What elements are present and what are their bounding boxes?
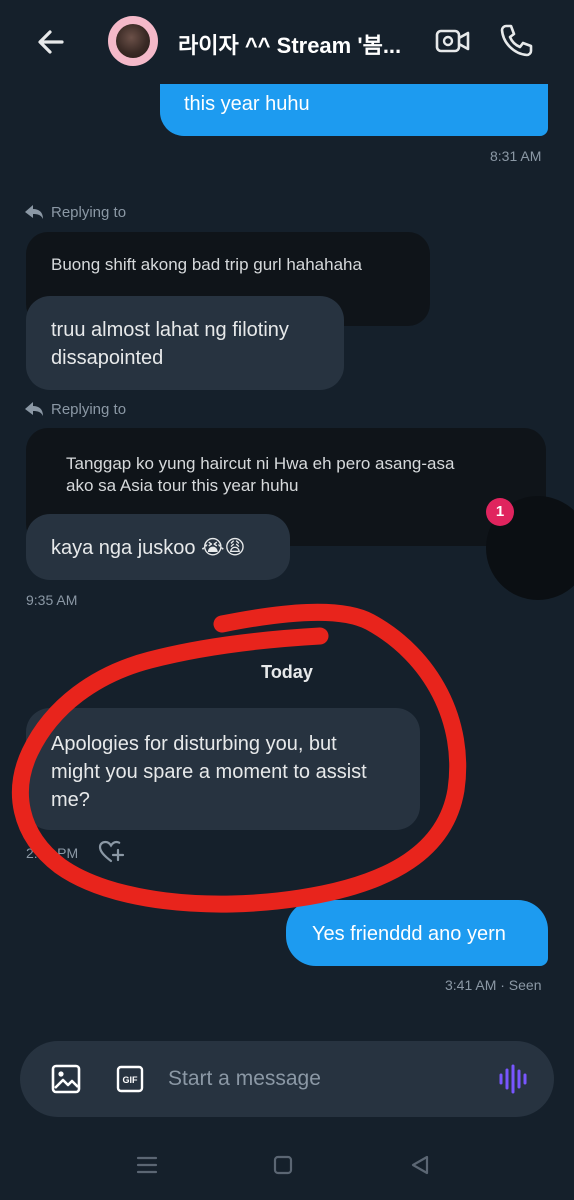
message-status: 3:41 AM · Seen — [445, 977, 542, 993]
quoted-text-line-2: ako sa Asia tour this year huhu — [66, 476, 299, 495]
incoming-message[interactable]: kaya nga juskoo 😭😩 — [26, 514, 290, 580]
heart-plus-icon — [98, 840, 125, 863]
incoming-message[interactable]: truu almost lahat ng filotiny dissapoint… — [26, 296, 344, 390]
quoted-text: Buong shift akong bad trip gurl hahahaha — [51, 255, 362, 274]
square-icon — [273, 1155, 293, 1175]
add-gif-button[interactable]: GIF — [116, 1065, 144, 1093]
message-text: Yes frienddd ano yern — [312, 923, 506, 945]
replying-to-label: Replying to — [51, 401, 127, 418]
message-input[interactable] — [168, 1059, 468, 1099]
conversation-header: 라이자 ^^ Stream '봄... — [0, 0, 574, 84]
home-button[interactable] — [272, 1154, 294, 1176]
gif-icon: GIF — [116, 1065, 144, 1093]
back-button[interactable] — [32, 22, 72, 62]
menu-lines-icon — [136, 1156, 158, 1174]
outgoing-message[interactable]: Yes frienddd ano yern — [286, 900, 548, 966]
message-text-line-2: dissapointed — [51, 347, 164, 369]
message-text-line-3: me? — [51, 789, 90, 811]
recents-button[interactable] — [134, 1154, 160, 1176]
message-composer: GIF — [20, 1041, 554, 1117]
message-timestamp: 2:45 PM — [26, 845, 79, 861]
video-call-button[interactable] — [434, 24, 472, 58]
gif-label: GIF — [123, 1075, 139, 1085]
message-text-line-1: Apologies for disturbing you, but — [51, 733, 337, 755]
message-timestamp: 8:31 AM — [490, 148, 542, 164]
quoted-text-line-1: Tanggap ko yung haircut ni Hwa eh pero a… — [66, 454, 455, 473]
arrow-left-icon — [38, 30, 64, 54]
system-back-button[interactable] — [408, 1154, 432, 1176]
phone-icon — [500, 24, 533, 57]
message-text-line-1: truu almost lahat ng filotiny — [51, 319, 289, 341]
replying-to-label: Replying to — [51, 204, 127, 221]
react-button[interactable] — [97, 838, 125, 866]
voice-waveform-icon — [499, 1064, 527, 1094]
date-divider: Today — [261, 662, 313, 682]
conversation-title[interactable]: 라이자 ^^ Stream '봄... — [178, 28, 430, 60]
message-text: kaya nga juskoo 😭😩 — [51, 537, 246, 559]
dm-conversation-screen: 라이자 ^^ Stream '봄... this year huhu 8:31 … — [0, 0, 574, 1200]
avatar-photo — [116, 24, 150, 58]
add-image-button[interactable] — [50, 1063, 82, 1095]
triangle-back-icon — [411, 1155, 429, 1175]
system-navigation-bar — [0, 1130, 574, 1200]
image-icon — [51, 1064, 81, 1094]
reply-arrow-icon — [25, 402, 43, 416]
reply-arrow-icon — [25, 205, 43, 219]
video-call-icon — [435, 29, 470, 53]
avatar[interactable] — [108, 16, 158, 66]
notification-badge: 1 — [486, 498, 514, 526]
message-timestamp: 9:35 AM — [26, 592, 78, 608]
message-text: this year huhu — [184, 93, 310, 115]
message-text-line-2: might you spare a moment to assist — [51, 761, 367, 783]
incoming-message[interactable]: Apologies for disturbing you, but might … — [26, 708, 420, 830]
voice-call-button[interactable] — [498, 22, 534, 58]
voice-message-button[interactable] — [496, 1063, 530, 1095]
red-circle-annotation — [11, 603, 467, 913]
